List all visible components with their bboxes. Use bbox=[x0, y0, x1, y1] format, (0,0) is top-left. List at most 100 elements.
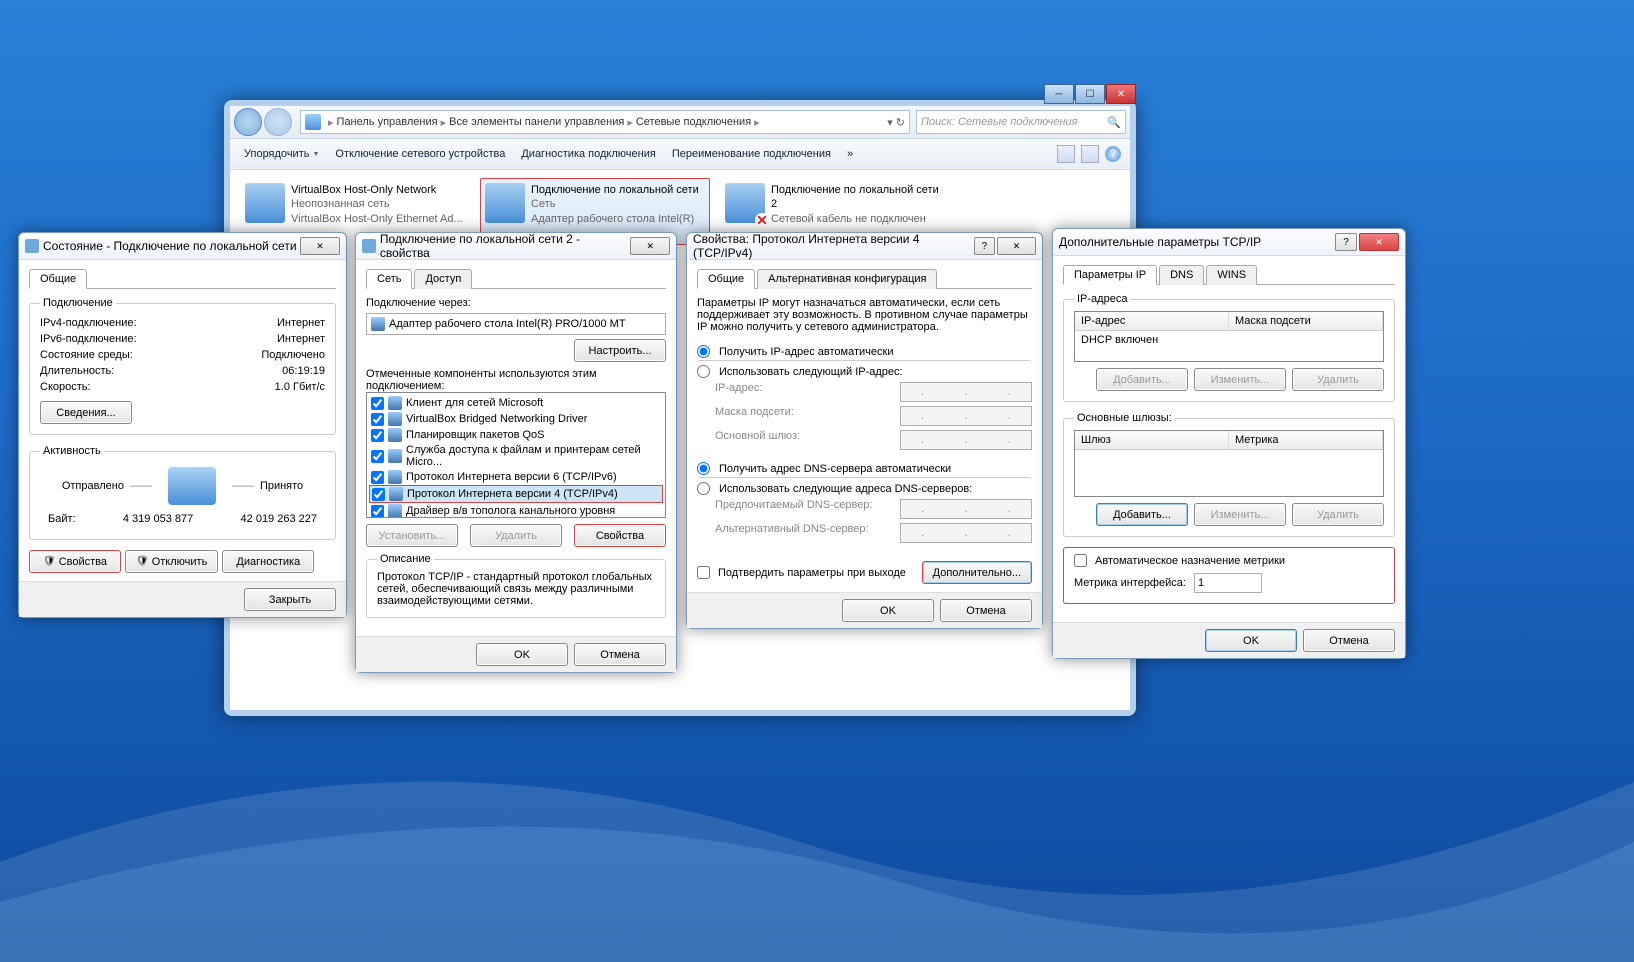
tab-general[interactable]: Общие bbox=[29, 269, 87, 289]
close-button[interactable]: ✕ bbox=[997, 237, 1036, 255]
properties-dialog: Подключение по локальной сети 2 - свойст… bbox=[355, 232, 677, 673]
component-icon bbox=[388, 470, 402, 484]
toolbar-more[interactable]: » bbox=[839, 145, 861, 163]
properties-button[interactable]: Свойства bbox=[29, 550, 121, 573]
connection-device: VirtualBox Host-Only Ethernet Ad... bbox=[291, 212, 463, 226]
group-label: Подключение bbox=[40, 297, 116, 309]
dialog-title: Состояние - Подключение по локальной сет… bbox=[43, 239, 297, 253]
connection-name: VirtualBox Host-Only Network bbox=[291, 183, 463, 197]
component-icon bbox=[388, 504, 402, 518]
dropdown-icon[interactable]: ▾ bbox=[887, 116, 893, 129]
close-button[interactable]: ✕ bbox=[300, 237, 340, 255]
auto-metric-checkbox[interactable] bbox=[1074, 554, 1087, 567]
maximize-button[interactable]: ☐ bbox=[1075, 84, 1105, 104]
tab-wins[interactable]: WINS bbox=[1206, 265, 1257, 285]
connection-name: Подключение по локальной сети bbox=[531, 183, 705, 197]
breadcrumb-item[interactable]: Все элементы панели управления bbox=[449, 116, 624, 128]
view-icon[interactable] bbox=[1057, 145, 1075, 163]
install-button[interactable]: Установить... bbox=[366, 524, 458, 547]
validate-checkbox[interactable] bbox=[697, 566, 710, 579]
uninstall-button[interactable]: Удалить bbox=[470, 524, 562, 547]
nav-back-button[interactable] bbox=[234, 108, 262, 136]
component-list[interactable]: Клиент для сетей Microsoft VirtualBox Br… bbox=[366, 392, 666, 518]
navbar: ▸ Панель управления ▸ Все элементы панел… bbox=[230, 106, 1130, 139]
component-icon bbox=[388, 412, 402, 426]
tab-alternate[interactable]: Альтернативная конфигурация bbox=[757, 269, 937, 289]
remove-gw-button[interactable]: Удалить bbox=[1292, 503, 1384, 526]
gateways-table[interactable]: ШлюзМетрика bbox=[1074, 430, 1384, 497]
tab-general[interactable]: Общие bbox=[697, 269, 755, 289]
radio-manual-dns[interactable] bbox=[697, 482, 710, 495]
gateways-group: Основные шлюзы: ШлюзМетрика Добавить... … bbox=[1063, 412, 1395, 537]
component-properties-button[interactable]: Свойства bbox=[574, 524, 666, 547]
edit-ip-button[interactable]: Изменить... bbox=[1194, 368, 1286, 391]
disable-button[interactable]: Отключить bbox=[125, 550, 218, 573]
ipv4-description: Параметры IP могут назначаться автоматич… bbox=[697, 297, 1032, 333]
component-checkbox[interactable] bbox=[371, 429, 384, 442]
preferred-dns-field: ... bbox=[900, 499, 1032, 519]
advanced-button[interactable]: Дополнительно... bbox=[922, 561, 1032, 584]
network-adapter-icon bbox=[485, 183, 525, 223]
component-checkbox[interactable] bbox=[371, 471, 384, 484]
interface-metric-input[interactable] bbox=[1194, 573, 1262, 593]
ok-button[interactable]: OK bbox=[476, 643, 568, 666]
component-checkbox[interactable] bbox=[371, 397, 384, 410]
component-checkbox[interactable] bbox=[371, 505, 384, 518]
dhcp-enabled-row: DHCP включен bbox=[1075, 331, 1383, 361]
component-checkbox[interactable] bbox=[371, 450, 384, 463]
toolbar-disable[interactable]: Отключение сетевого устройства bbox=[327, 145, 513, 163]
toolbar-diagnose[interactable]: Диагностика подключения bbox=[513, 145, 663, 163]
address-bar[interactable]: ▸ Панель управления ▸ Все элементы панел… bbox=[300, 110, 910, 134]
ok-button[interactable]: OK bbox=[842, 599, 934, 622]
add-gw-button[interactable]: Добавить... bbox=[1096, 503, 1188, 526]
help-button[interactable]: ? bbox=[974, 237, 995, 255]
radio-manual-ip[interactable] bbox=[697, 365, 710, 378]
cancel-button[interactable]: Отмена bbox=[940, 599, 1032, 622]
cancel-button[interactable]: Отмена bbox=[574, 643, 666, 666]
close-button[interactable]: ✕ bbox=[1359, 233, 1399, 251]
ip-address-field: ... bbox=[900, 382, 1032, 402]
sent-label: Отправлено bbox=[62, 480, 124, 492]
close-button[interactable]: ✕ bbox=[1106, 84, 1136, 104]
remove-ip-button[interactable]: Удалить bbox=[1292, 368, 1384, 391]
radio-auto-dns[interactable] bbox=[697, 462, 710, 475]
component-icon bbox=[388, 396, 402, 410]
search-input[interactable]: Поиск: Сетевые подключения 🔍 bbox=[916, 110, 1126, 134]
help-button[interactable]: ? bbox=[1335, 233, 1357, 251]
cancel-button[interactable]: Отмена bbox=[1303, 629, 1395, 652]
description-group: Описание Протокол TCP/IP - стандартный п… bbox=[366, 553, 666, 618]
configure-button[interactable]: Настроить... bbox=[574, 339, 666, 362]
alternate-dns-field: ... bbox=[900, 523, 1032, 543]
details-button[interactable]: Сведения... bbox=[40, 401, 132, 424]
refresh-icon[interactable]: ↻ bbox=[896, 116, 905, 129]
add-ip-button[interactable]: Добавить... bbox=[1096, 368, 1188, 391]
component-checkbox[interactable] bbox=[371, 413, 384, 426]
toolbar-organize[interactable]: Упорядочить▼ bbox=[236, 145, 327, 163]
ipv4-dialog: Свойства: Протокол Интернета версии 4 (T… bbox=[686, 232, 1043, 629]
help-icon[interactable]: ? bbox=[1105, 146, 1121, 162]
tab-ip-settings[interactable]: Параметры IP bbox=[1063, 265, 1157, 285]
radio-auto-ip[interactable] bbox=[697, 345, 710, 358]
connection-status: Сетевой кабель не подключен bbox=[771, 212, 945, 226]
tab-network[interactable]: Сеть bbox=[366, 269, 412, 289]
preview-pane-icon[interactable] bbox=[1081, 145, 1099, 163]
status-dialog: Состояние - Подключение по локальной сет… bbox=[18, 232, 347, 618]
dialog-title: Подключение по локальной сети 2 - свойст… bbox=[380, 232, 631, 260]
ip-addresses-table[interactable]: IP-адресМаска подсети DHCP включен bbox=[1074, 311, 1384, 362]
close-button[interactable]: Закрыть bbox=[244, 588, 336, 611]
breadcrumb-item[interactable]: Сетевые подключения bbox=[636, 116, 751, 128]
ok-button[interactable]: OK bbox=[1205, 629, 1297, 652]
nav-forward-button[interactable] bbox=[264, 108, 292, 136]
diagnose-button[interactable]: Диагностика bbox=[222, 550, 314, 573]
minimize-button[interactable]: ─ bbox=[1044, 84, 1074, 104]
tab-access[interactable]: Доступ bbox=[414, 269, 472, 289]
component-checkbox[interactable] bbox=[372, 488, 385, 501]
gateway-field: ... bbox=[900, 430, 1032, 450]
component-icon bbox=[388, 428, 402, 442]
toolbar-rename[interactable]: Переименование подключения bbox=[664, 145, 839, 163]
adapter-field: Адаптер рабочего стола Intel(R) PRO/1000… bbox=[366, 313, 666, 335]
close-button[interactable]: ✕ bbox=[630, 237, 670, 255]
edit-gw-button[interactable]: Изменить... bbox=[1194, 503, 1286, 526]
breadcrumb-item[interactable]: Панель управления bbox=[337, 116, 438, 128]
tab-dns[interactable]: DNS bbox=[1159, 265, 1204, 285]
